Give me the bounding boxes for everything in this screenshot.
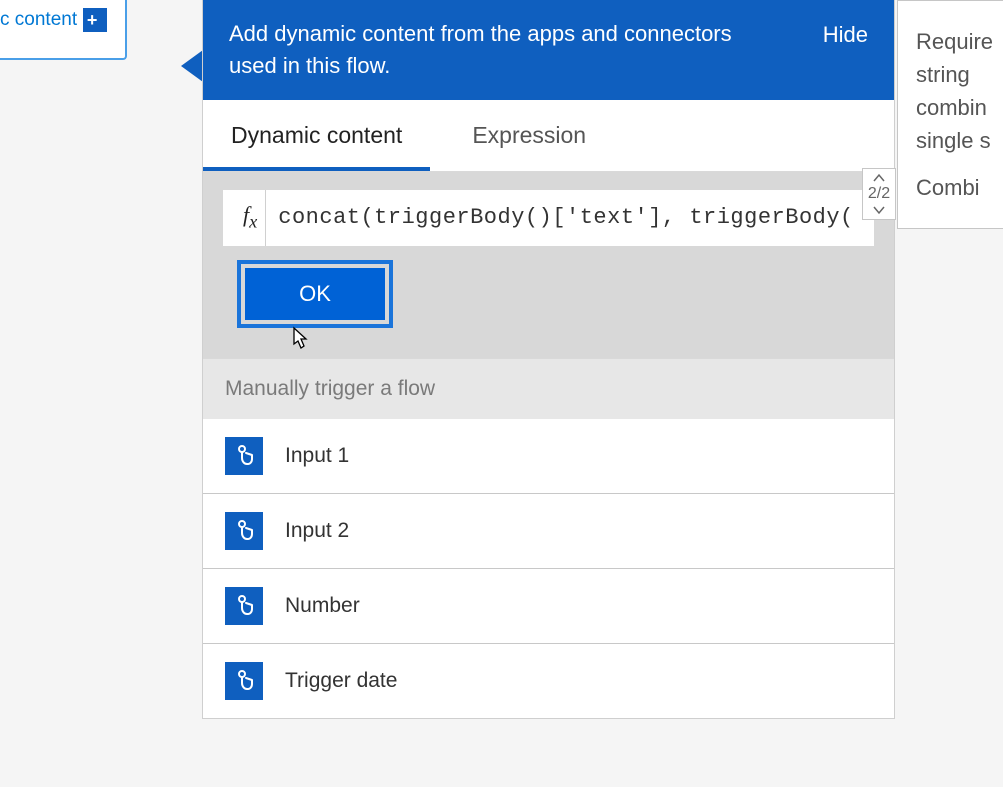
expression-area: fx OK: [203, 172, 894, 358]
list-item-label: Trigger date: [285, 669, 397, 693]
add-dynamic-content-button[interactable]: +: [83, 8, 107, 32]
tooltip-line: single s: [916, 124, 1003, 157]
list-item[interactable]: Number: [203, 569, 894, 644]
tooltip-line: combin: [916, 91, 1003, 124]
touch-icon: [225, 662, 263, 700]
list-item-label: Input 1: [285, 444, 349, 468]
tab-expression[interactable]: Expression: [444, 100, 614, 171]
expression-input[interactable]: [278, 205, 862, 230]
parent-action-card: c content +: [0, 0, 127, 60]
list-item-label: Number: [285, 594, 360, 618]
match-count-spinner[interactable]: 2/2: [862, 168, 896, 220]
touch-icon: [225, 587, 263, 625]
panel-header: Add dynamic content from the apps and co…: [203, 0, 894, 100]
tooltip-line: Combi: [916, 171, 1003, 204]
tooltip-line: string: [916, 58, 1003, 91]
ok-button[interactable]: OK: [245, 268, 385, 320]
list-item[interactable]: Input 2: [203, 494, 894, 569]
tooltip-line: Require: [916, 25, 1003, 58]
fx-icon: fx: [235, 190, 266, 246]
function-description-tooltip: Require string combin single s Combi: [897, 0, 1003, 229]
list-item[interactable]: Trigger date: [203, 644, 894, 718]
list-item[interactable]: Input 1: [203, 419, 894, 494]
chevron-down-icon[interactable]: [873, 205, 885, 215]
plus-icon: +: [87, 10, 98, 31]
trigger-section-header: Manually trigger a flow: [203, 358, 894, 419]
touch-icon: [225, 437, 263, 475]
ok-button-focus-ring: OK: [237, 260, 393, 328]
tab-dynamic-content[interactable]: Dynamic content: [203, 100, 430, 171]
list-item-label: Input 2: [285, 519, 349, 543]
panel-header-text: Add dynamic content from the apps and co…: [229, 18, 749, 82]
touch-icon: [225, 512, 263, 550]
callout-arrow: [181, 50, 203, 82]
dynamic-content-list: Input 1 Input 2 Number Trigger date: [203, 419, 894, 718]
formula-bar: fx: [223, 190, 874, 246]
tab-bar: Dynamic content Expression: [203, 100, 894, 172]
chevron-up-icon[interactable]: [873, 173, 885, 183]
ok-button-label: OK: [299, 281, 331, 307]
hide-link[interactable]: Hide: [823, 22, 868, 48]
match-count-value: 2/2: [868, 185, 890, 203]
dynamic-content-panel: Add dynamic content from the apps and co…: [202, 0, 895, 719]
dynamic-content-link[interactable]: c content: [0, 9, 77, 31]
